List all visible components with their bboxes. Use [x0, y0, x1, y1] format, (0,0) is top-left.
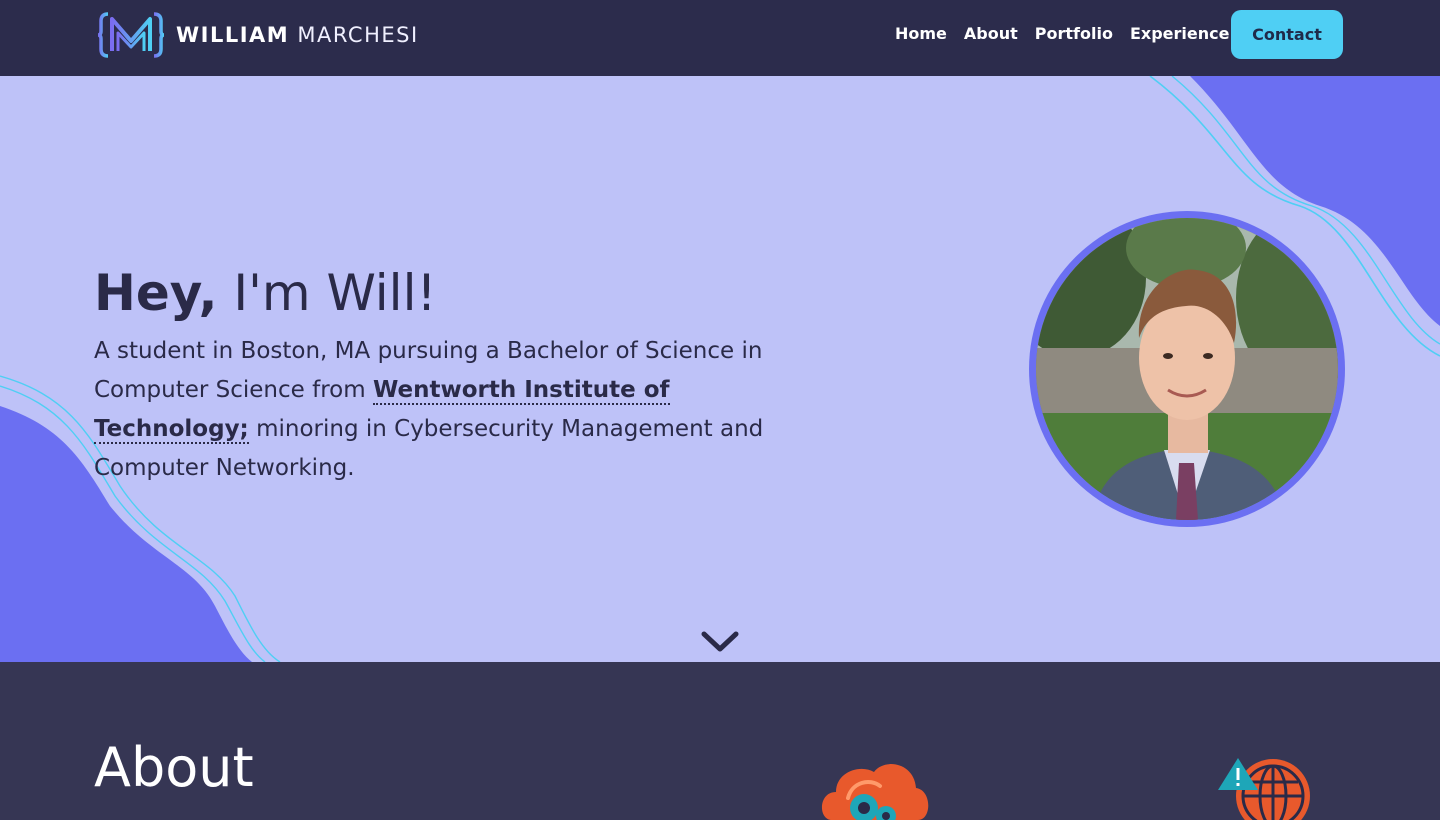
chevron-down-icon[interactable] [700, 629, 740, 655]
globe-warning-icon [1218, 758, 1310, 820]
profile-photo [1029, 211, 1345, 527]
contact-button[interactable]: Contact [1231, 10, 1343, 59]
logo-last-name: MARCHESI [297, 23, 419, 47]
nav-link-portfolio[interactable]: Portfolio [1035, 24, 1113, 43]
top-navbar: WILLIAM MARCHESI Home About Portfolio Ex… [0, 0, 1440, 76]
cloud-gear-icon [821, 764, 929, 820]
logo-first-name: WILLIAM [176, 23, 290, 47]
hero-headline: Hey, I'm Will! [94, 262, 794, 324]
nav-link-experience[interactable]: Experience [1130, 24, 1230, 43]
hero-greeting: Hey, [94, 264, 218, 322]
logo-wordmark: WILLIAM MARCHESI [176, 23, 419, 47]
site-logo[interactable]: WILLIAM MARCHESI [98, 11, 419, 59]
nav-link-about[interactable]: About [964, 24, 1018, 43]
hero-intro: A student in Boston, MA pursuing a Bache… [94, 332, 794, 488]
profile-photo-image [1036, 218, 1338, 520]
nav-link-home[interactable]: Home [895, 24, 947, 43]
hero-text-block: Hey, I'm Will! A student in Boston, MA p… [94, 262, 794, 488]
hero-section: Hey, I'm Will! A student in Boston, MA p… [0, 76, 1440, 662]
main-menu: Home About Portfolio Experience [895, 24, 1229, 43]
hero-greeting-rest: I'm Will! [217, 264, 437, 322]
about-title: About [94, 736, 254, 799]
wm-logo-icon [98, 12, 164, 58]
